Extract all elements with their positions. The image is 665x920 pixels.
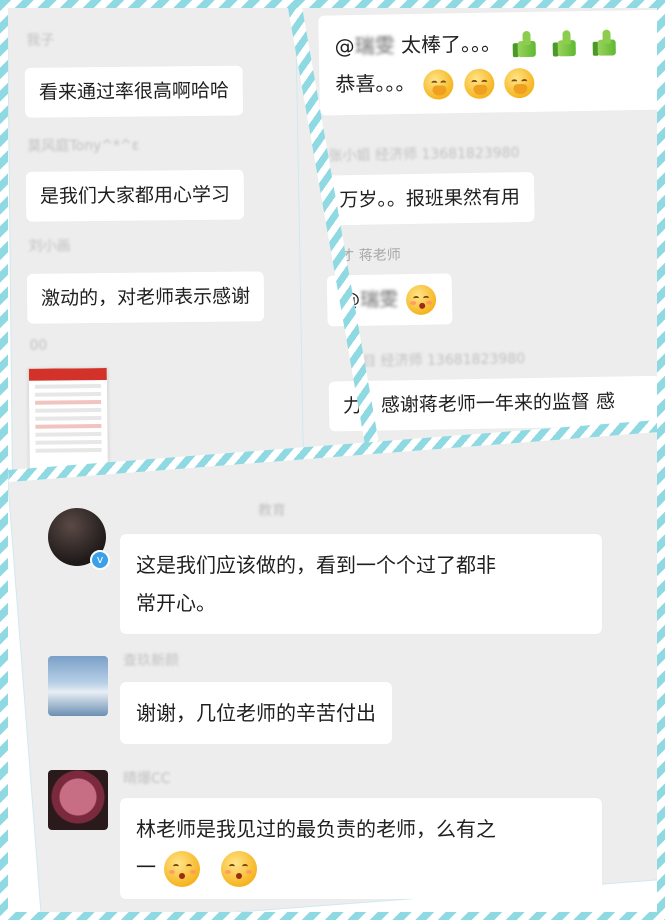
collage-area: 我子 看来通过率很高啊哈哈 莫风庭Tony^*^ɛ 是我们大家都用心学习 刘小画… (8, 8, 657, 912)
sender-name: 00 (29, 337, 48, 354)
kissing-face-emoji (220, 850, 257, 887)
sender-name: 才 蒋老师 (340, 247, 401, 265)
sender-name: 莫风庭Tony^*^ɛ (27, 137, 140, 155)
chat-bubble: @瑞雯 太棒了。。。 恭喜。。。 (318, 9, 657, 116)
thumbs-up-icon (552, 29, 578, 58)
avatar[interactable] (48, 656, 108, 716)
chat-bubble: 谢谢，几位老师的辛苦付出 (120, 682, 393, 744)
chat-bubble: 看来通过率很高啊哈哈 (24, 65, 244, 118)
hugging-face-emoji (504, 67, 535, 98)
verified-badge-icon: v (90, 550, 110, 570)
avatar[interactable] (48, 770, 108, 830)
bubble-line: 一 (136, 848, 586, 887)
hugging-face-emoji (423, 68, 454, 100)
sender-name: 刘小画 (28, 238, 71, 255)
thumbnail-header (28, 367, 107, 381)
thumbs-up-icon (511, 30, 537, 58)
hugging-face-emoji (463, 68, 495, 99)
sender-name: 查玖新颜 (123, 653, 179, 669)
mention: 瑞雯 (354, 33, 395, 58)
sender-name: 张小姐 经济师 13681823980 (328, 145, 520, 165)
bubble-line: 恭喜。。。 (335, 60, 654, 104)
kissing-face-emoji (405, 284, 437, 315)
mention: 瑞雯 (359, 288, 399, 311)
chat-bubble: 是我们大家都用心学习 (25, 169, 245, 222)
kissing-face-emoji (164, 850, 201, 887)
chat-bubble: 这是我们应该做的，看到一个个过了都非 常开心。 (120, 534, 602, 634)
chat-panel-bottom: 教育 v 这是我们应该做的，看到一个个过了都非 常开心。 查玖新颜 谢谢，几位老… (8, 427, 657, 912)
chat-bubble: 林老师是我见过的最负责的老师，么有之 一 (120, 798, 602, 899)
sender-name: 晴爆CC (123, 771, 171, 787)
sender-name: 我子 (26, 32, 55, 49)
chat-bubble: 万岁。。报班果然有用 (324, 171, 535, 226)
thumbs-up-icon (592, 29, 618, 57)
bubble-line: @瑞雯 太棒了。。。 (334, 22, 653, 66)
sender-name: 教育 (258, 503, 286, 519)
chat-bubble: 激动的，对老师表示感谢 (26, 271, 265, 324)
sender-name: 目 经济师 13681823980 (362, 351, 526, 370)
